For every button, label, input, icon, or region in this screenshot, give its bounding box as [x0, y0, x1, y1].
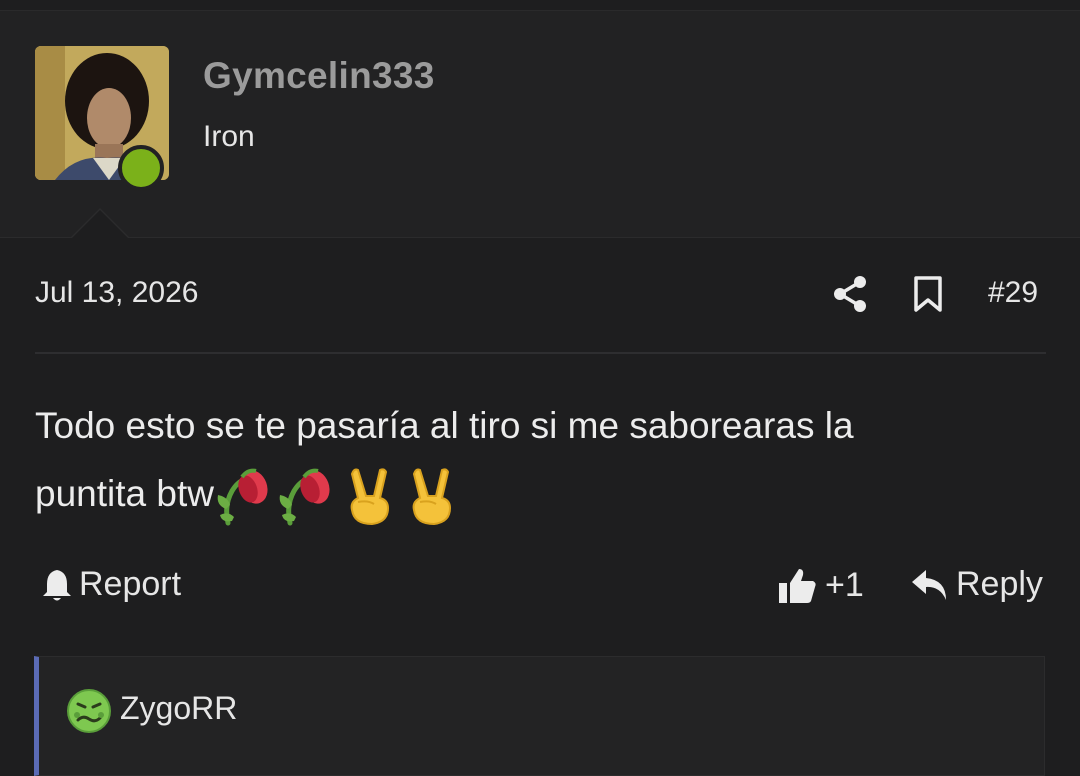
header-pointer-arrow-inner — [72, 210, 128, 238]
report-button[interactable]: Report — [41, 565, 181, 604]
wilted-flower-icon — [214, 465, 270, 527]
share-icon[interactable] — [832, 275, 868, 313]
post-number-link[interactable]: #29 — [988, 276, 1038, 310]
message-line-2: puntita btw — [35, 473, 214, 514]
online-status-indicator — [118, 145, 164, 191]
reaction-username[interactable]: ZygoRR — [120, 690, 237, 727]
victory-hand-icon — [344, 466, 394, 526]
message-line-1: Todo esto se te pasaría al tiro si me sa… — [35, 405, 854, 446]
like-count: +1 — [825, 565, 864, 604]
bell-icon — [43, 569, 71, 600]
post-date[interactable]: Jul 13, 2026 — [35, 276, 198, 310]
author-rank: Iron — [203, 120, 255, 153]
report-label: Report — [79, 565, 182, 603]
reply-button[interactable]: Reply — [910, 565, 1043, 604]
like-button[interactable]: +1 — [777, 565, 864, 605]
post-message: Todo esto se te pasaría al tiro si me sa… — [35, 392, 1045, 528]
post-divider — [35, 352, 1046, 354]
thumbs-up-icon — [779, 569, 816, 603]
nauseated-face-icon — [67, 689, 111, 733]
bookmark-icon[interactable] — [913, 276, 943, 312]
victory-hand-icon — [406, 466, 456, 526]
wilted-flower-icon — [276, 465, 332, 527]
author-username[interactable]: Gymcelin333 — [203, 55, 435, 97]
reply-label: Reply — [956, 565, 1043, 603]
reply-arrow-icon — [912, 569, 946, 600]
